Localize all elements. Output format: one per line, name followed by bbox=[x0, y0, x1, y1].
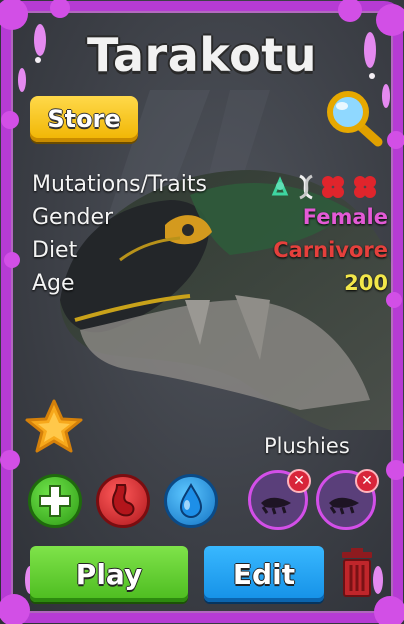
stat-row-mutations: Mutations/Traits bbox=[32, 172, 388, 205]
red-cell-icon bbox=[322, 176, 344, 198]
remove-x-icon[interactable]: ✕ bbox=[287, 469, 311, 493]
stat-row-diet: Diet Carnivore bbox=[32, 238, 388, 271]
magnifier-icon[interactable] bbox=[322, 88, 386, 148]
red-cell-icon bbox=[354, 176, 376, 198]
heal-plus-icon[interactable] bbox=[28, 474, 82, 528]
water-drop-icon[interactable] bbox=[164, 474, 218, 528]
stat-label-mutations: Mutations/Traits bbox=[32, 172, 207, 197]
traits-icons[interactable] bbox=[268, 172, 388, 202]
play-button-label: Play bbox=[75, 557, 143, 591]
edit-button-label: Edit bbox=[232, 557, 296, 591]
green-creature-icon bbox=[271, 176, 289, 196]
stat-value-gender: Female bbox=[302, 205, 388, 229]
stats-panel: Mutations/Traits Gender Female Diet Carn… bbox=[32, 172, 388, 304]
trash-icon[interactable] bbox=[338, 548, 376, 598]
stat-row-age: Age 200 bbox=[32, 271, 388, 304]
stat-label-diet: Diet bbox=[32, 238, 78, 263]
stat-row-gender: Gender Female bbox=[32, 205, 388, 238]
play-button[interactable]: Play bbox=[30, 546, 188, 602]
edit-button[interactable]: Edit bbox=[204, 546, 324, 602]
remove-x-icon[interactable]: ✕ bbox=[355, 469, 379, 493]
stat-label-age: Age bbox=[32, 271, 75, 296]
stat-value-diet: Carnivore bbox=[273, 238, 388, 262]
store-button-label: Store bbox=[47, 105, 121, 133]
stat-label-gender: Gender bbox=[32, 205, 114, 230]
plushie-slot-2[interactable]: ✕ bbox=[316, 469, 379, 530]
plushies-label: Plushies bbox=[264, 434, 350, 458]
creature-card: Tarakotu Store Mutations/Traits Gender F… bbox=[0, 0, 404, 624]
star-icon[interactable] bbox=[24, 398, 84, 458]
stat-value-age: 200 bbox=[344, 271, 388, 295]
creature-name: Tarakotu bbox=[87, 28, 317, 82]
store-button[interactable]: Store bbox=[30, 96, 138, 142]
stomach-icon[interactable] bbox=[96, 474, 150, 528]
dna-icon bbox=[299, 174, 313, 200]
plushie-slot-1[interactable]: ✕ bbox=[248, 469, 311, 530]
